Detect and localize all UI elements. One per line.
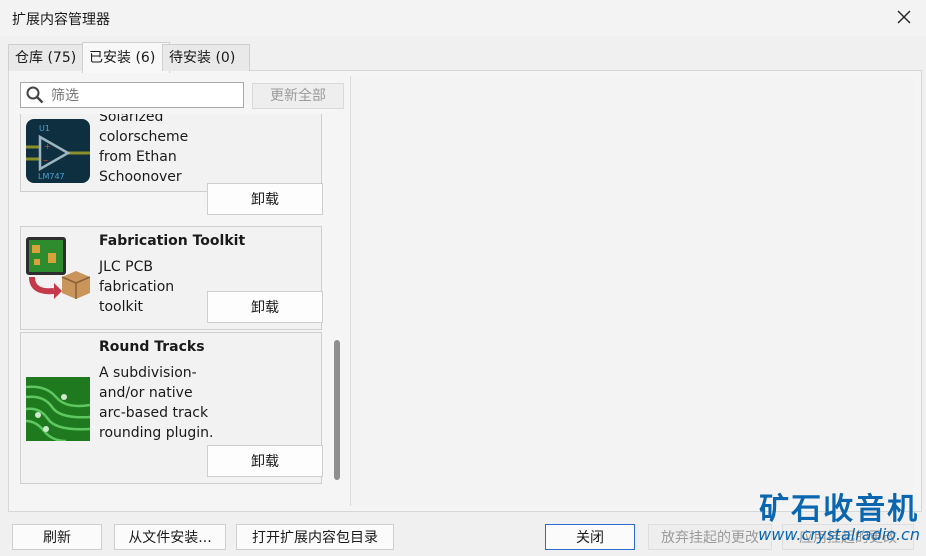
plugin-title: Round Tracks — [99, 339, 205, 355]
plugin-list[interactable]: + – U1 LM747 Based on Solarized colorsch… — [20, 114, 334, 502]
plugin-description: Based on Solarized colorscheme from Etha… — [99, 114, 189, 185]
svg-text:LM747: LM747 — [38, 172, 65, 181]
tab-installed[interactable]: 已安装 (6) — [82, 42, 170, 73]
plugin-list-panel: 更新全部 + – U1 LM747 Based on Solarized col… — [12, 76, 344, 506]
refresh-button[interactable]: 刷新 — [12, 524, 102, 550]
svg-text:U1: U1 — [39, 124, 50, 133]
svg-text:–: – — [43, 155, 48, 166]
uninstall-button[interactable]: 卸载 — [207, 291, 323, 323]
close-icon[interactable] — [894, 7, 914, 27]
plugin-description: JLC PCB fabrication toolkit — [99, 259, 175, 315]
plugin-card: Round Tracks A subdivision-and/or native… — [20, 332, 323, 484]
uninstall-button[interactable]: 卸载 — [207, 445, 323, 477]
install-from-file-button[interactable]: 从文件安装... — [114, 524, 226, 550]
watermark-url: www.crystalradio.cn — [758, 525, 920, 544]
scrollbar-thumb[interactable] — [334, 340, 340, 480]
plugin-card: + – U1 LM747 Based on Solarized colorsch… — [20, 114, 323, 215]
plugin-title: Fabrication Toolkit — [99, 233, 246, 249]
svg-text:+: + — [44, 142, 51, 151]
uninstall-button[interactable]: 卸载 — [207, 183, 323, 215]
open-package-directory-button[interactable]: 打开扩展内容包目录 — [236, 524, 394, 550]
discard-pending-button[interactable]: 放弃挂起的更改 — [648, 524, 772, 550]
window-title: 扩展内容管理器 — [12, 12, 110, 28]
update-all-button[interactable]: 更新全部 — [252, 83, 344, 109]
plugin-card: Fabrication Toolkit JLC PCB fabrication … — [20, 226, 323, 330]
filter-input[interactable] — [49, 85, 243, 107]
plugin-details-panel — [350, 76, 913, 506]
opamp-theme-icon: + – U1 LM747 — [26, 119, 90, 183]
list-scrollbar[interactable] — [334, 114, 340, 502]
plugin-description: A subdivision-and/or native arc-based tr… — [99, 365, 214, 441]
watermark: 矿石收音机 www.crystalradio.cn — [758, 494, 920, 544]
filter-field[interactable] — [20, 82, 244, 108]
search-icon — [26, 86, 44, 104]
pcb-package-icon — [26, 237, 90, 299]
watermark-title: 矿石收音机 — [759, 492, 920, 527]
close-button[interactable]: 关闭 — [545, 524, 635, 550]
tab-repository[interactable]: 仓库 (75) — [8, 44, 90, 71]
tab-pending[interactable]: 待安装 (0) — [162, 44, 250, 71]
title-bar: 扩展内容管理器 — [0, 0, 926, 36]
round-tracks-icon — [26, 377, 90, 441]
